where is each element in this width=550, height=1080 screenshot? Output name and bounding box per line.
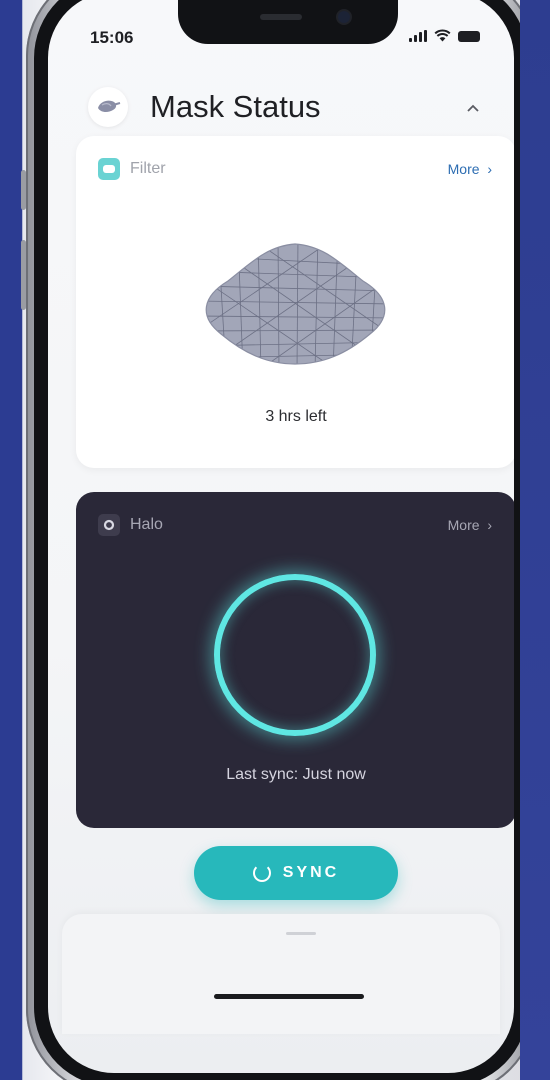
filter-more-label: More — [447, 161, 480, 177]
halo-card[interactable]: Halo More › Last sync: Just now — [76, 492, 514, 828]
mask-icon — [88, 87, 128, 127]
phone-frame: 15:06 Mask Status Filter More › 3 hrs le… — [21, 0, 536, 1080]
phone-bezel: 15:06 Mask Status Filter More › 3 hrs le… — [34, 0, 528, 1080]
home-indicator[interactable] — [214, 994, 364, 999]
halo-ring — [214, 574, 376, 736]
camera — [338, 11, 350, 23]
halo-icon — [98, 514, 120, 536]
halo-label: Halo — [130, 516, 163, 533]
side-button — [21, 170, 26, 210]
halo-more-link[interactable]: More › — [448, 517, 492, 533]
background-left — [0, 0, 22, 1080]
speaker — [260, 14, 302, 20]
page-title: Mask Status — [150, 89, 321, 124]
battery-icon — [458, 31, 480, 42]
filter-more-link[interactable]: More › — [448, 161, 492, 177]
filter-card-header: Filter More › — [98, 158, 492, 180]
last-sync-status: Last sync: Just now — [226, 766, 366, 783]
halo-more-label: More — [447, 517, 480, 533]
mask-status-header[interactable]: Mask Status — [88, 82, 484, 132]
halo-card-header: Halo More › — [98, 514, 492, 536]
status-icons — [409, 29, 480, 42]
notch — [178, 0, 398, 44]
filter-icon — [98, 158, 120, 180]
signal-icon — [409, 30, 427, 42]
filter-mesh-image — [205, 243, 386, 365]
chevron-up-icon[interactable] — [466, 96, 480, 119]
screen: 15:06 Mask Status Filter More › 3 hrs le… — [48, 0, 514, 1073]
sync-button[interactable]: SYNC — [194, 846, 398, 900]
filter-label: Filter — [130, 160, 166, 177]
side-button — [21, 240, 26, 310]
background-right — [520, 0, 550, 1080]
sheet-handle[interactable] — [286, 932, 316, 935]
bottom-sheet[interactable] — [62, 914, 500, 1034]
filter-card[interactable]: Filter More › 3 hrs left — [76, 136, 514, 468]
wifi-icon — [434, 29, 451, 42]
filter-remaining: 3 hrs left — [265, 408, 327, 425]
sync-icon — [252, 864, 271, 882]
status-time: 15:06 — [90, 28, 134, 47]
sync-label: SYNC — [282, 864, 340, 881]
